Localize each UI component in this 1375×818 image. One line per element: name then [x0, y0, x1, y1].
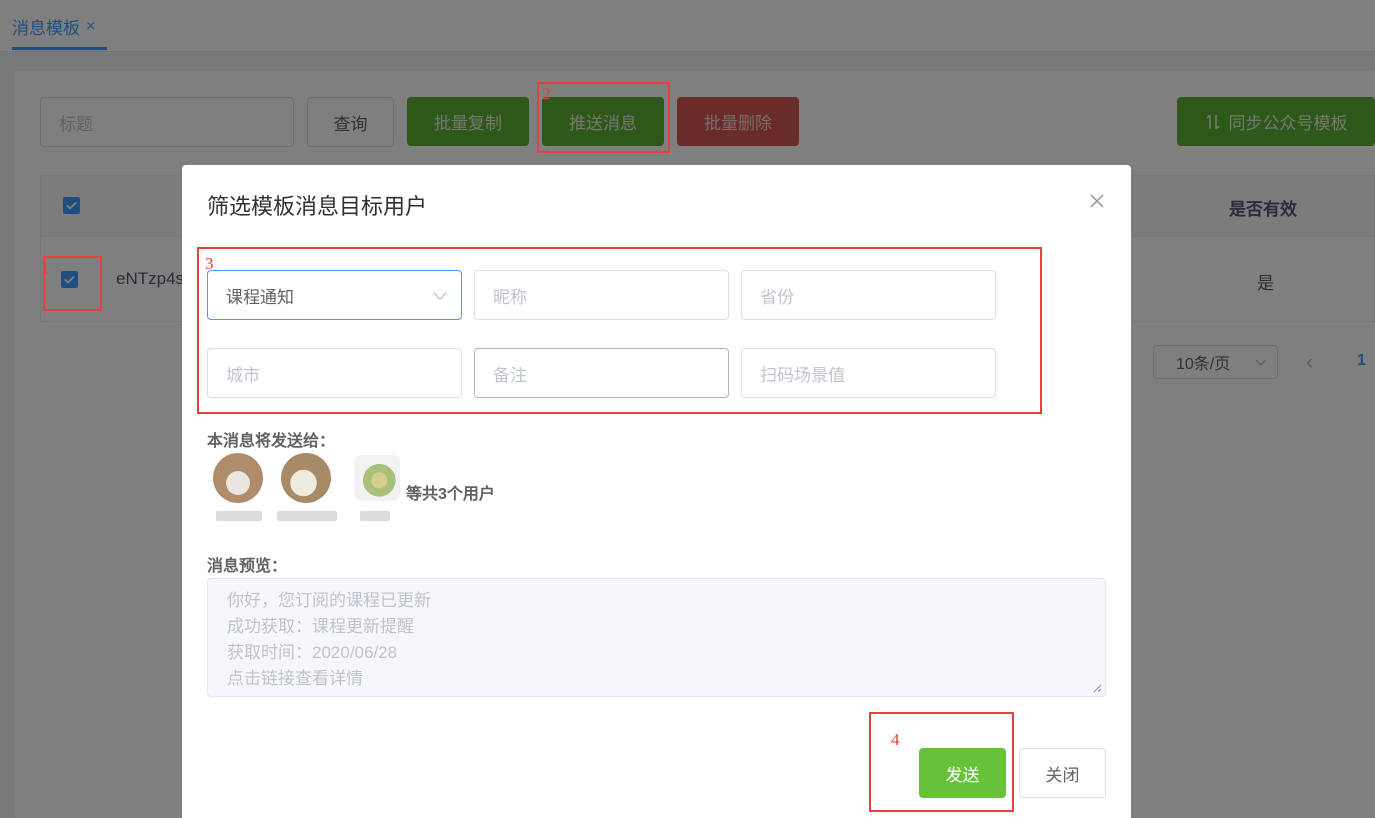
message-preview-textarea[interactable]: 你好，您订阅的课程已更新 成功获取：课程更新提醒 获取时间：2020/06/28… — [207, 578, 1106, 697]
annotation-label-4: 4 — [891, 730, 900, 749]
close-icon[interactable] — [1087, 191, 1107, 211]
preview-line: 成功获取：课程更新提醒 — [227, 617, 414, 636]
annotation-box-2 — [537, 82, 670, 153]
annotation-box-3 — [197, 247, 1042, 414]
preview-line: 你好，您订阅的课程已更新 — [227, 591, 431, 610]
close-dialog-button[interactable]: 关闭 — [1019, 748, 1106, 798]
annotation-box-1 — [43, 256, 102, 311]
user-name-blur — [360, 511, 390, 521]
users-total: 等共3个用户 — [406, 486, 495, 503]
avatar — [281, 453, 331, 503]
resize-handle-icon[interactable] — [1093, 684, 1102, 693]
send-to-label: 本消息将发送给： — [207, 433, 336, 450]
avatar — [213, 453, 263, 503]
avatar — [354, 455, 400, 501]
preview-line: 获取时间：2020/06/28 — [227, 643, 398, 662]
preview-line: 点击链接查看详情 — [227, 669, 363, 688]
annotation-label-2: 2 — [542, 84, 551, 103]
user-name-blur — [277, 511, 337, 521]
preview-label: 消息预览： — [207, 558, 288, 575]
annotation-label-1: 1 — [41, 259, 50, 278]
annotation-box-4 — [869, 712, 1014, 812]
annotation-label-3: 3 — [205, 254, 214, 273]
dialog-title: 筛选模板消息目标用户 — [207, 194, 428, 219]
user-name-blur — [216, 511, 262, 521]
